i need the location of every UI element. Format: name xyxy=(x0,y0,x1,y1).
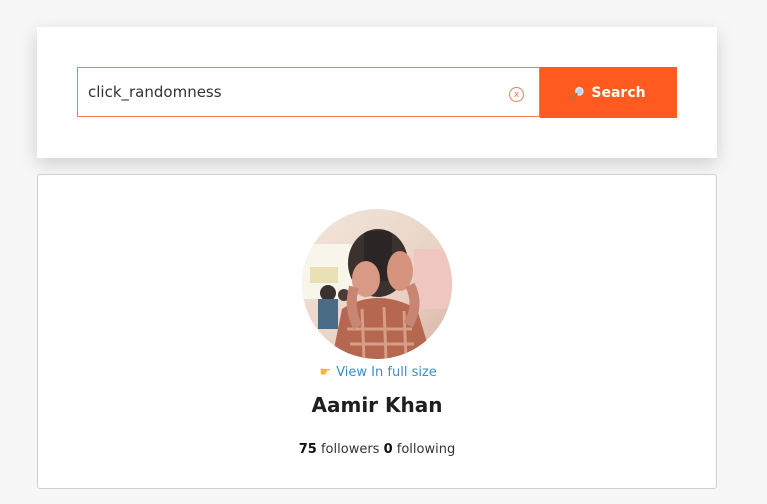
search-field-wrapper[interactable]: x xyxy=(77,67,540,117)
view-full-size-link[interactable]: ☛ View In full size xyxy=(38,365,716,380)
search-input[interactable] xyxy=(78,68,508,116)
avatar-photo xyxy=(302,209,452,359)
following-label: following xyxy=(396,442,456,457)
profile-name: Aamir Khan xyxy=(311,393,443,417)
view-link-label: View In full size xyxy=(336,365,437,380)
profile-card: ☛ View In full size Aamir Khan 75 followe… xyxy=(37,174,717,489)
following-count: 0 xyxy=(383,442,393,457)
search-button-label: Search xyxy=(591,84,646,101)
clear-icon[interactable]: x xyxy=(509,87,524,102)
avatar[interactable] xyxy=(302,209,452,359)
followers-count: 75 xyxy=(298,442,317,457)
pointing-hand-icon: ☛ xyxy=(319,365,332,380)
search-panel: x Search xyxy=(37,27,717,158)
follow-stats: 75 followers 0 following xyxy=(38,442,716,457)
magnifier-icon xyxy=(572,86,585,99)
followers-label: followers xyxy=(320,442,380,457)
search-button[interactable]: Search xyxy=(540,67,677,118)
